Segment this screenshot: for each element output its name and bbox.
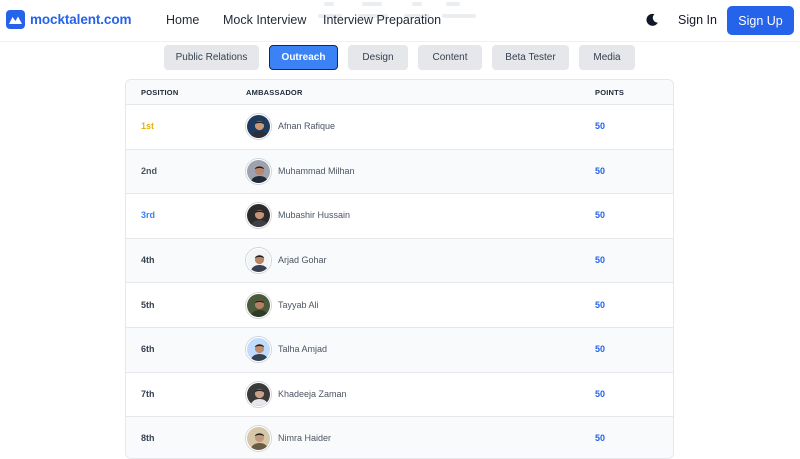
ambassador-name: Nimra Haider [278,433,332,444]
top-navbar: mocktalent.com Home Mock Interview Inter… [0,0,800,42]
table-row: 8th Nimra Haider 50 [126,416,673,458]
category-tabs: Public Relations Outreach Design Content… [0,45,800,70]
ambassador-name: Arjad Gohar [278,255,327,266]
table-header: POSITION AMBASSADOR POINTS [126,80,673,104]
ambassador-name: Talha Amjad [278,344,328,355]
position-cell: 2nd [141,165,158,176]
position-cell: 6th [141,344,155,355]
table-row: 5th Tayyab Ali 50 [126,282,673,327]
position-cell: 5th [141,299,155,310]
column-header-points: POINTS [595,88,625,97]
position-cell: 4th [141,255,155,266]
leaderboard-table: POSITION AMBASSADOR POINTS 1st Afnan Rafi… [125,79,674,459]
avatar [246,426,271,452]
position-cell: 7th [141,388,155,399]
logo-icon [6,10,25,29]
sign-in-link[interactable]: Sign In [678,13,717,27]
table-row: 1st Afnan Rafique 50 [126,104,673,149]
ambassador-name: Mubashir Hussain [278,210,351,221]
nav-interview-preparation[interactable]: Interview Preparation [323,13,441,27]
table-row: 2nd Muhammad Milhan 50 [126,148,673,194]
points-cell: 50 [595,433,606,444]
avatar [246,203,271,229]
logo[interactable]: mocktalent.com [6,10,131,29]
tab-public-relations[interactable]: Public Relations [164,45,259,70]
table-row: 4th Arjad Gohar 50 [126,237,673,283]
avatar [246,337,271,363]
tab-media[interactable]: Media [579,45,635,70]
avatar [246,158,271,184]
ambassador-name: Muhammad Milhan [278,165,355,176]
ambassador-name: Khadeeja Zaman [278,388,347,399]
points-cell: 50 [595,388,606,399]
position-cell: 1st [141,121,155,132]
position-cell: 8th [141,433,155,444]
points-cell: 50 [595,344,606,355]
nav-home[interactable]: Home [166,13,199,27]
logo-text: mocktalent.com [30,12,132,27]
avatar [246,292,271,318]
points-cell: 50 [595,299,606,310]
ambassador-name: Tayyab Ali [278,299,319,310]
table-row: 7th Khadeeja Zaman 50 [126,371,673,417]
tab-content[interactable]: Content [418,45,482,70]
tab-outreach[interactable]: Outreach [269,45,338,70]
nav-mock-interview[interactable]: Mock Interview [223,13,306,27]
avatar [246,114,271,140]
tab-design[interactable]: Design [348,45,408,70]
points-cell: 50 [595,121,606,132]
column-header-position: POSITION [141,88,179,97]
points-cell: 50 [595,255,606,266]
position-cell: 3rd [141,210,156,221]
ambassador-name: Afnan Rafique [278,121,336,132]
table-row: 6th Talha Amjad 50 [126,327,673,372]
moon-icon[interactable] [645,13,659,27]
column-header-ambassador: AMBASSADOR [246,88,303,97]
sign-up-button[interactable]: Sign Up [727,6,794,35]
tab-beta-tester[interactable]: Beta Tester [492,45,569,70]
avatar [246,381,271,407]
points-cell: 50 [595,210,606,221]
table-row: 3rd Mubashir Hussain 50 [126,193,673,238]
points-cell: 50 [595,165,606,176]
avatar [246,248,271,274]
